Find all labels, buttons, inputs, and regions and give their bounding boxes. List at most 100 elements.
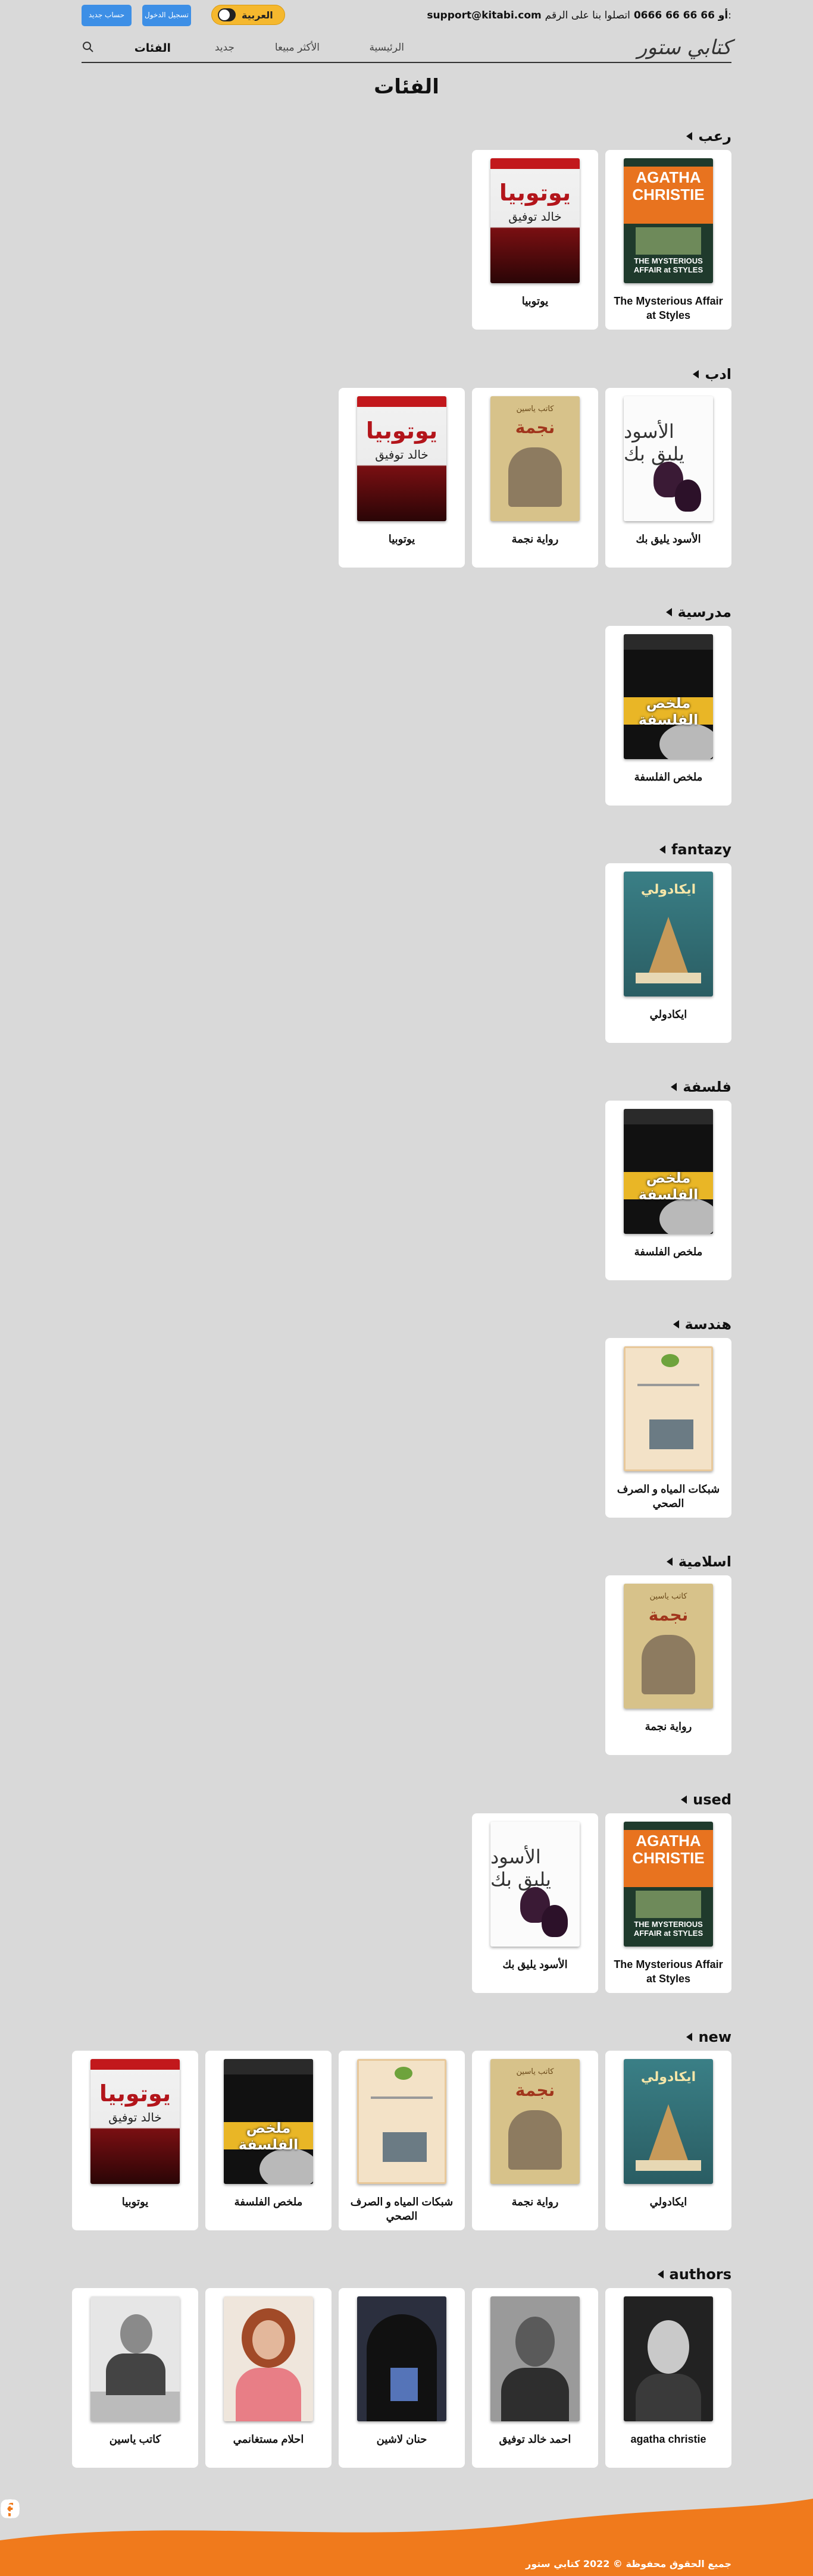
- section-header[interactable]: فلسفة: [671, 1078, 731, 1096]
- contact-email[interactable]: support@kitabi.com: [427, 10, 541, 21]
- book-cover: AGATHA CHRISTIE THE MYSTERIOUS AFFAIR at …: [624, 158, 713, 283]
- author-card[interactable]: كاتب ياسين: [72, 2288, 198, 2468]
- book-card[interactable]: كاتب ياسين نجمة رواية نجمة: [472, 388, 598, 568]
- book-title: ملخص الفلسفة: [634, 1246, 703, 1258]
- author-card[interactable]: حنان لاشين: [339, 2288, 465, 2468]
- book-card[interactable]: الأسود يليق بك الأسود يليق بك: [605, 388, 731, 568]
- author-name: كاتب ياسين: [109, 2433, 161, 2445]
- nav-bestsellers[interactable]: الأكثر مبيعا: [275, 42, 320, 54]
- author-card[interactable]: agatha christie: [605, 2288, 731, 2468]
- caret-left-icon: [665, 608, 672, 616]
- author-photo: [490, 2296, 580, 2421]
- book-title: رواية نجمة: [511, 2196, 559, 2208]
- page-title: الفئات: [374, 75, 439, 99]
- book-card[interactable]: كاتب ياسين نجمة رواية نجمة: [605, 1575, 731, 1755]
- section-title: used: [693, 1791, 731, 1808]
- search-icon[interactable]: [82, 40, 95, 54]
- cover-author: خالد توفيق: [375, 447, 429, 462]
- nav-home[interactable]: الرئيسية: [369, 42, 404, 54]
- top-bar: support@kitabi.com أو 66 66 66 0666 اتصل…: [82, 5, 731, 26]
- cover-title: الأسود يليق بك: [624, 420, 684, 465]
- cover-title: AGATHA CHRISTIE: [632, 168, 705, 203]
- book-card[interactable]: ايكادولي ايكادولي: [605, 863, 731, 1043]
- cover-author: خالد توفيق: [108, 2110, 162, 2124]
- cover-title: يوتوبيا: [365, 418, 438, 444]
- book-cover: يوتوبيا خالد توفيق: [90, 2059, 180, 2184]
- book-title: الأسود يليق بك: [502, 1958, 568, 1970]
- section-title: ادب: [705, 366, 731, 383]
- section-header[interactable]: authors: [657, 2265, 731, 2283]
- book-card[interactable]: ملخص الفلسفة ملخص الفلسفة: [205, 2051, 332, 2230]
- book-cover: الأسود يليق بك: [490, 1822, 580, 1947]
- book-cover: يوتوبيا خالد توفيق: [490, 158, 580, 283]
- book-card[interactable]: AGATHA CHRISTIE THE MYSTERIOUS AFFAIR at …: [605, 1813, 731, 1993]
- cover-title: نجمة: [515, 418, 555, 437]
- cover-title: يوتوبيا: [499, 180, 571, 206]
- cover-title: نجمة: [648, 1605, 689, 1625]
- book-cover: كاتب ياسين نجمة: [624, 1584, 713, 1709]
- section-header[interactable]: new: [686, 2028, 731, 2046]
- section-title: مدرسية: [677, 604, 732, 621]
- book-card[interactable]: شبكات المياه و الصرف الصحي: [605, 1338, 731, 1518]
- caret-left-icon: [657, 2270, 664, 2279]
- book-card[interactable]: يوتوبيا خالد توفيق يوتوبيا: [472, 150, 598, 330]
- book-card[interactable]: AGATHA CHRISTIE THE MYSTERIOUS AFFAIR at …: [605, 150, 731, 330]
- cover-title: ملخص الفلسفة: [638, 1170, 699, 1203]
- author-photo: [90, 2296, 180, 2421]
- section-header[interactable]: ادب: [693, 365, 731, 383]
- login-button[interactable]: تسجيل الدخول: [142, 5, 191, 26]
- cover-title: الأسود يليق بك: [490, 1845, 551, 1891]
- book-card[interactable]: ايكادولي ايكادولي: [605, 2051, 731, 2230]
- book-title: يوتوبيا: [121, 2196, 149, 2208]
- contact-phone[interactable]: 66 66 66 0666: [634, 10, 715, 21]
- author-photo: [357, 2296, 446, 2421]
- author-card[interactable]: احلام مستغانمي: [205, 2288, 332, 2468]
- nav-categories[interactable]: الفئات: [135, 42, 171, 55]
- book-card[interactable]: يوتوبيا خالد توفيق يوتوبيا: [72, 2051, 198, 2230]
- section-header[interactable]: مدرسية: [665, 603, 732, 621]
- book-card[interactable]: يوتوبيا خالد توفيق يوتوبيا: [339, 388, 465, 568]
- book-cover: ملخص الفلسفة: [224, 2059, 313, 2184]
- book-title: رواية نجمة: [511, 533, 559, 545]
- caret-left-icon: [673, 1320, 679, 1328]
- book-card[interactable]: كاتب ياسين نجمة رواية نجمة: [472, 2051, 598, 2230]
- section-header[interactable]: fantazy: [659, 841, 731, 858]
- book-cover: الأسود يليق بك: [624, 396, 713, 521]
- section-header[interactable]: used: [681, 1791, 731, 1809]
- book-title: رواية نجمة: [645, 1721, 692, 1732]
- cover-subtitle: THE MYSTERIOUS AFFAIR at STYLES: [633, 1919, 703, 1938]
- language-toggle[interactable]: العربية: [211, 5, 285, 25]
- signup-button[interactable]: حساب جديد: [82, 5, 132, 26]
- section-header[interactable]: رعب: [686, 127, 731, 145]
- book-title: ملخص الفلسفة: [234, 2196, 303, 2208]
- main-nav: كتابي ستور الرئيسية الأكثر مبيعا جديد ال…: [82, 36, 731, 63]
- author-card[interactable]: احمد خالد توفيق: [472, 2288, 598, 2468]
- instagram-icon[interactable]: [0, 2499, 20, 2519]
- cover-title: ايكادولي: [640, 2070, 696, 2085]
- nav-new[interactable]: جديد: [215, 42, 234, 54]
- site-logo[interactable]: كتابي ستور: [637, 36, 731, 59]
- book-cover: AGATHA CHRISTIE THE MYSTERIOUS AFFAIR at …: [624, 1822, 713, 1947]
- book-cover: ايكادولي: [624, 2059, 713, 2184]
- section-title: هندسة: [684, 1316, 731, 1333]
- book-title: يوتوبيا: [388, 533, 415, 545]
- section-title: new: [698, 2029, 731, 2045]
- section-header[interactable]: اسلامية: [666, 1553, 731, 1571]
- book-card[interactable]: الأسود يليق بك الأسود يليق بك: [472, 1813, 598, 1993]
- book-card[interactable]: ملخص الفلسفة ملخص الفلسفة: [605, 626, 731, 806]
- caret-left-icon: [693, 370, 699, 378]
- book-cover: يوتوبيا خالد توفيق: [357, 396, 446, 521]
- section-header[interactable]: هندسة: [673, 1315, 731, 1333]
- book-title: ايكادولي: [649, 1008, 687, 1020]
- contact-info: support@kitabi.com أو 66 66 66 0666 اتصل…: [427, 10, 731, 21]
- cover-title: ملخص الفلسفة: [638, 695, 699, 728]
- caret-left-icon: [671, 1083, 677, 1091]
- caret-left-icon: [666, 1557, 673, 1566]
- section-title: اسلامية: [678, 1553, 731, 1570]
- author-photo: [624, 2296, 713, 2421]
- book-cover: [357, 2059, 446, 2184]
- book-card[interactable]: ملخص الفلسفة ملخص الفلسفة: [605, 1101, 731, 1280]
- author-name: حنان لاشين: [376, 2433, 427, 2445]
- book-card[interactable]: شبكات المياه و الصرف الصحي: [339, 2051, 465, 2230]
- cover-author: كاتب ياسين: [516, 2067, 554, 2076]
